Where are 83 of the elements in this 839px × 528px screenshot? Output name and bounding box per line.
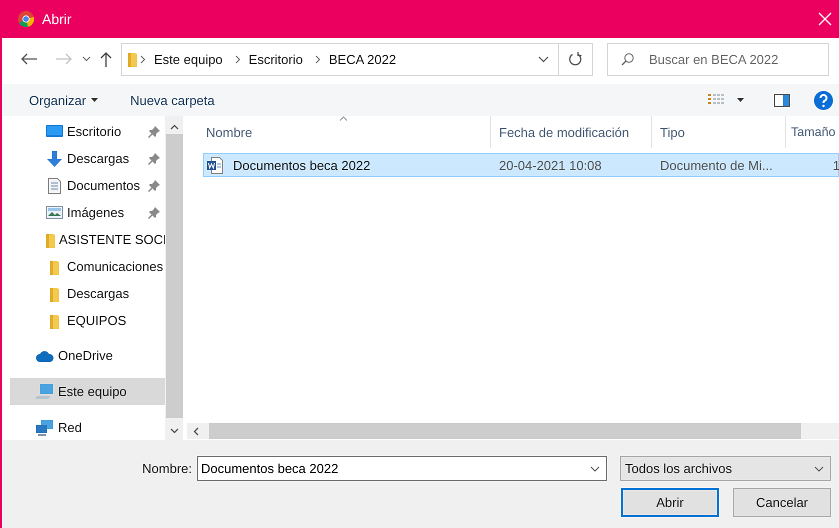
scroll-down-icon[interactable] xyxy=(170,428,178,434)
column-header[interactable]: Nombre xyxy=(187,116,491,148)
sidebar-item[interactable]: Comunicaciones xyxy=(10,253,165,280)
chevron-icon xyxy=(234,54,241,64)
refresh-icon xyxy=(569,52,582,66)
folder-icon xyxy=(128,51,137,67)
search-icon xyxy=(621,52,634,66)
sidebar-label: Este equipo xyxy=(58,384,127,399)
scroll-up-icon[interactable] xyxy=(170,124,178,130)
folder-icon xyxy=(46,232,55,248)
sidebar-label: Descargas xyxy=(67,151,130,166)
column-header[interactable]: Fecha de modificación xyxy=(491,116,652,148)
column-header[interactable]: Tamaño xyxy=(786,116,839,148)
window-title: Abrir xyxy=(42,11,73,27)
sidebar-item[interactable]: Descargas xyxy=(10,145,165,172)
picture-icon xyxy=(46,206,63,219)
cloud-icon xyxy=(36,350,54,362)
chevron-down-icon[interactable] xyxy=(538,56,549,62)
sidebar-item[interactable]: EQUIPOS xyxy=(10,307,165,334)
monitor-icon xyxy=(46,125,63,138)
scrollbar[interactable] xyxy=(165,116,183,440)
sort-caret-icon xyxy=(338,116,348,121)
search-field[interactable]: Buscar en BECA 2022 xyxy=(607,42,829,76)
app-icon xyxy=(18,11,34,27)
pin-icon[interactable] xyxy=(148,126,160,138)
pin-icon[interactable] xyxy=(148,152,160,164)
back-arrow-icon[interactable] xyxy=(20,52,38,66)
network-icon xyxy=(36,420,54,436)
sidebar-item[interactable]: Documentos xyxy=(10,172,165,199)
sidebar-item[interactable]: Imágenes xyxy=(10,199,165,226)
horizontal-scrollbar[interactable] xyxy=(187,423,839,439)
pin-icon[interactable] xyxy=(148,180,160,192)
chevron-icon xyxy=(140,54,146,64)
breadcrumb[interactable]: Escritorio xyxy=(248,52,303,66)
breadcrumb[interactable]: Este equipo xyxy=(154,52,223,66)
preview-pane-icon[interactable] xyxy=(774,94,790,106)
word-document-icon xyxy=(207,156,224,174)
file-row[interactable]: Documentos beca 2022 20-04-2021 10:08 Documento de Mi... 1 xyxy=(203,153,839,177)
sidebar-item[interactable]: Este equipo xyxy=(10,378,165,405)
file-type: Documento de Mi... xyxy=(660,158,773,172)
document-icon xyxy=(48,178,61,194)
sidebar-item[interactable]: Descargas xyxy=(10,280,165,307)
sidebar-label: Documentos xyxy=(67,178,140,193)
toolbar-button[interactable]: Organizar xyxy=(20,88,108,112)
refresh-button[interactable] xyxy=(559,42,593,76)
pin-icon[interactable] xyxy=(148,206,160,218)
sidebar-label: EQUIPOS xyxy=(67,313,126,328)
scroll-left-icon[interactable] xyxy=(193,426,199,436)
column-header[interactable]: Tipo xyxy=(652,116,786,148)
chevron-icon xyxy=(314,54,321,64)
sidebar-item[interactable]: OneDrive xyxy=(10,342,165,369)
file-size: 1 xyxy=(832,158,839,172)
up-arrow-icon[interactable] xyxy=(99,51,113,67)
dialog-button[interactable]: Cancelar xyxy=(733,488,831,517)
modified-date: 20-04-2021 10:08 xyxy=(499,158,602,172)
sidebar-label: Escritorio xyxy=(67,124,122,139)
caret-icon xyxy=(91,98,98,102)
folder-icon xyxy=(50,286,59,302)
sidebar-label: OneDrive xyxy=(58,348,113,363)
toolbar-button[interactable]: Nueva carpeta xyxy=(121,88,224,112)
help-icon[interactable] xyxy=(814,90,833,110)
name-label: Nombre: xyxy=(142,461,192,476)
dialog-button[interactable]: Abrir xyxy=(621,488,719,517)
sidebar-label: Descargas xyxy=(67,286,130,301)
file-name: Documentos beca 2022 xyxy=(233,158,370,172)
breadcrumb[interactable]: BECA 2022 xyxy=(328,52,396,66)
address-bar[interactable]: Este equipo Escritorio BECA 2022 xyxy=(121,42,559,76)
view-list-icon[interactable] xyxy=(708,94,725,106)
caret-icon[interactable] xyxy=(737,98,744,102)
file-type-dropdown[interactable]: Todos los archivos xyxy=(620,456,831,481)
chevron-down-icon xyxy=(814,466,824,472)
chevron-down-icon[interactable] xyxy=(82,56,91,62)
sidebar-label: Red xyxy=(58,420,82,435)
sidebar-label: Imágenes xyxy=(67,205,124,220)
sidebar-item[interactable]: Escritorio xyxy=(10,118,165,145)
folder-icon xyxy=(50,312,59,328)
chevron-down-icon[interactable] xyxy=(590,466,600,472)
sidebar-label: Comunicaciones xyxy=(67,259,164,274)
folder-icon xyxy=(50,258,59,274)
download-arrow-icon xyxy=(47,150,62,166)
computer-icon xyxy=(35,384,55,400)
sidebar-item[interactable]: Red xyxy=(10,414,165,440)
file-name-field[interactable]: Documentos beca 2022 xyxy=(197,456,607,481)
